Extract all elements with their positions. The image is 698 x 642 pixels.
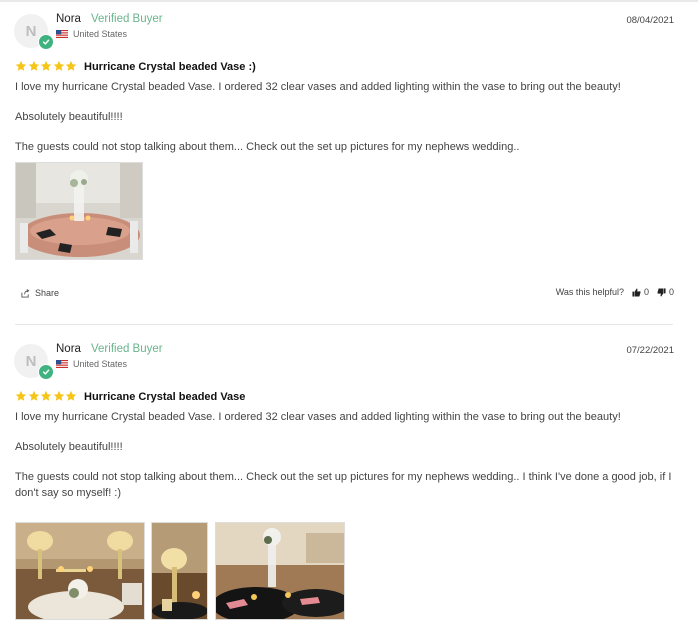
star-icon	[40, 390, 52, 401]
review-item: N Nora Verified Buyer United States 08/0…	[0, 0, 698, 325]
thumbs-up-icon	[632, 288, 641, 297]
verified-buyer-label: Verified Buyer	[91, 343, 163, 355]
reviewer-country: United States	[56, 29, 127, 39]
country-label: United States	[73, 29, 128, 39]
us-flag-icon	[56, 360, 68, 368]
star-rating	[15, 60, 78, 72]
review-date: 07/22/2021	[626, 345, 674, 356]
review-title: Hurricane Crystal beaded Vase	[84, 391, 246, 403]
review-photo[interactable]	[15, 162, 143, 260]
review-photo[interactable]	[215, 522, 345, 620]
star-icon	[65, 60, 77, 71]
vote-down-count: 0	[668, 287, 674, 297]
review-body-paragraph: The guests could not stop talking about …	[15, 141, 520, 153]
vote-up-count: 0	[643, 287, 649, 297]
verified-buyer-label: Verified Buyer	[91, 13, 163, 25]
verified-check-icon	[38, 34, 54, 50]
share-label: Share	[35, 288, 60, 298]
review-title: Hurricane Crystal beaded Vase :)	[84, 61, 256, 73]
us-flag-icon	[56, 30, 68, 38]
review-body-paragraph: I love my hurricane Crystal beaded Vase.…	[15, 411, 621, 423]
share-icon	[21, 288, 30, 298]
review-body-paragraph: I love my hurricane Crystal beaded Vase.…	[15, 81, 621, 93]
vote-up-button[interactable]: 0	[632, 287, 649, 297]
review-item: N Nora Verified Buyer United States 07/2…	[0, 330, 698, 642]
review-body-paragraph: Absolutely beautiful!!!!	[15, 441, 123, 453]
vote-down-button[interactable]: 0	[657, 287, 674, 297]
review-photo[interactable]	[151, 522, 208, 620]
star-icon	[65, 390, 77, 401]
reviewer-country: United States	[56, 359, 127, 369]
share-button[interactable]: Share	[21, 288, 59, 298]
review-body-paragraph: The guests could not stop talking about …	[15, 471, 672, 499]
star-icon	[28, 60, 39, 71]
star-icon	[28, 390, 39, 401]
star-rating	[15, 390, 78, 402]
helpful-votes: Was this helpful? 0 0	[556, 287, 674, 297]
country-label: United States	[73, 359, 128, 369]
star-icon	[15, 60, 27, 71]
review-date: 08/04/2021	[626, 15, 674, 26]
review-photo[interactable]	[15, 522, 145, 620]
review-divider	[15, 324, 673, 325]
reviewer-name: Nora	[56, 13, 81, 25]
star-icon	[53, 60, 64, 71]
star-icon	[15, 390, 27, 401]
verified-check-icon	[38, 364, 54, 380]
star-icon	[40, 60, 52, 71]
reviewer-name: Nora	[56, 343, 81, 355]
review-body-paragraph: Absolutely beautiful!!!!	[15, 111, 123, 123]
thumbs-down-icon	[657, 287, 666, 296]
star-icon	[53, 390, 64, 401]
helpful-label: Was this helpful?	[555, 287, 624, 297]
